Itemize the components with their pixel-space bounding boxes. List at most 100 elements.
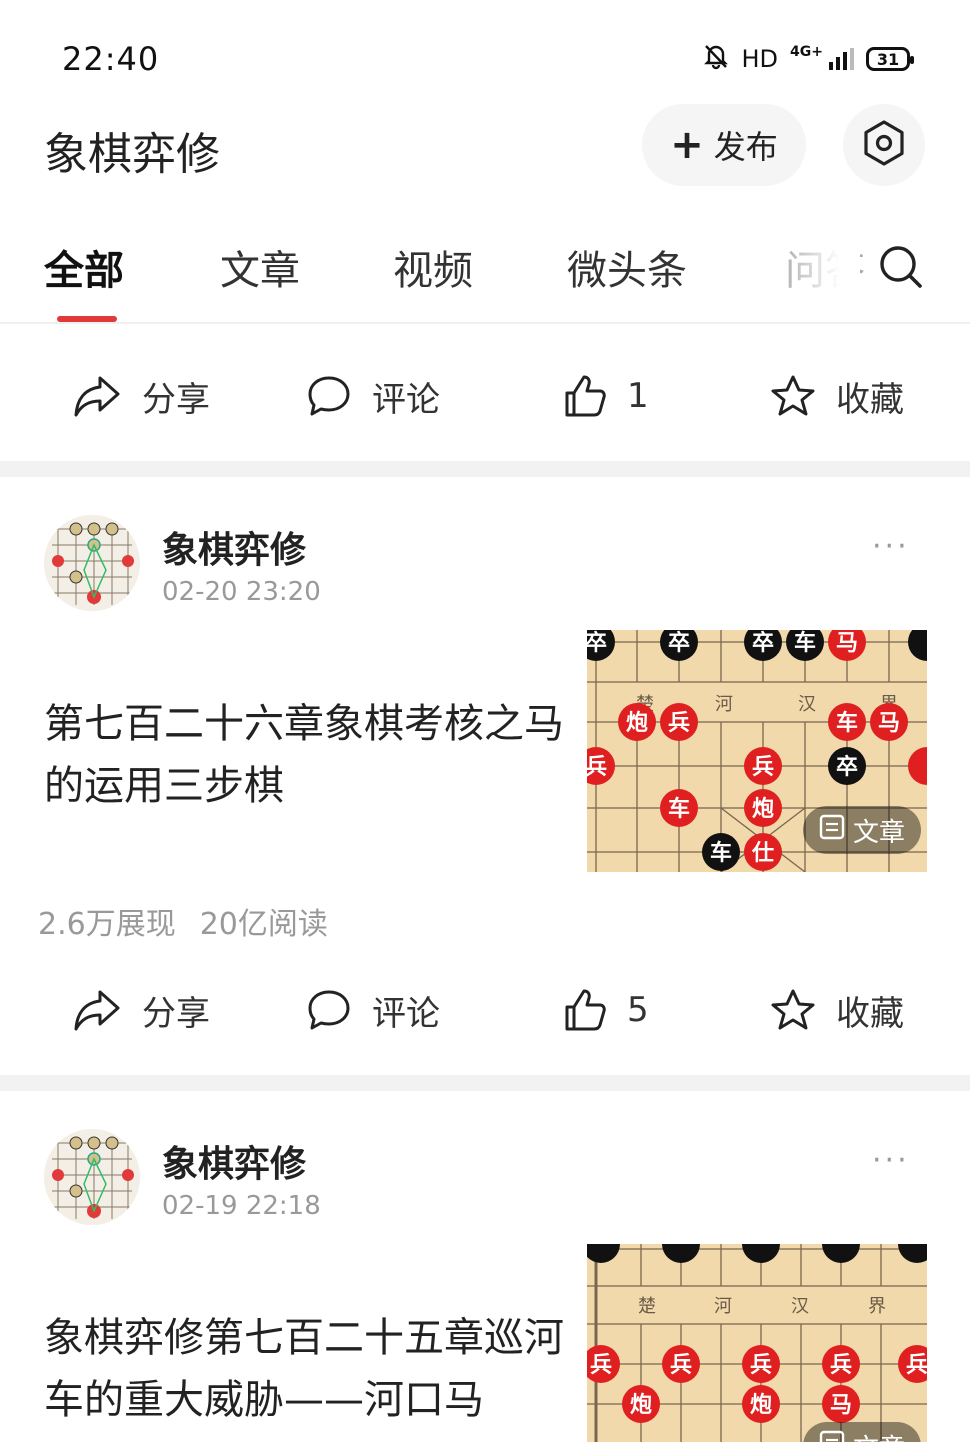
share-label: 分享 xyxy=(142,993,210,1034)
share-label: 分享 xyxy=(142,379,210,420)
article-badge-label: 文章 xyxy=(853,1428,905,1442)
svg-text:炮: 炮 xyxy=(752,796,774,822)
hd-label: HD xyxy=(741,45,779,73)
mute-bell-icon xyxy=(702,42,730,76)
share-button[interactable]: 分享 xyxy=(72,974,210,1046)
star-icon xyxy=(770,374,816,418)
svg-text:兵: 兵 xyxy=(750,1353,772,1378)
svg-text:炮: 炮 xyxy=(630,1392,652,1418)
svg-text:马: 马 xyxy=(836,631,858,656)
svg-text:车: 车 xyxy=(710,840,732,866)
signal-icon xyxy=(829,48,854,70)
article-icon xyxy=(819,814,845,847)
svg-text:卒: 卒 xyxy=(836,754,858,780)
comment-button[interactable]: 评论 xyxy=(306,360,440,432)
svg-text:兵: 兵 xyxy=(906,1353,927,1378)
tab-micro-posts[interactable]: 微头条 xyxy=(567,238,687,296)
action-bar: 分享 评论 5 收藏 xyxy=(0,974,970,1046)
svg-text:车: 车 xyxy=(668,796,690,822)
post-thumbnail[interactable]: 楚 河 汉 界 卒 卒 卒 车 马 炮 兵 车 马 兵 兵 卒 车 xyxy=(587,630,927,872)
article-icon xyxy=(819,1430,845,1442)
impressions: 2.6万展现 xyxy=(38,907,176,942)
gear-icon xyxy=(859,118,909,172)
avatar[interactable] xyxy=(44,1129,140,1225)
tabs-divider xyxy=(0,322,970,324)
like-count: 1 xyxy=(627,376,649,416)
network-label: 4G+ xyxy=(790,44,823,60)
tab-videos[interactable]: 视频 xyxy=(393,238,473,296)
star-icon xyxy=(770,988,816,1032)
svg-text:卒: 卒 xyxy=(752,630,774,656)
share-button[interactable]: 分享 xyxy=(72,360,210,432)
status-bar: 22:40 HD 4G+ 31 xyxy=(0,0,970,110)
svg-text:兵: 兵 xyxy=(587,755,607,780)
post-date: 02-19 22:18 xyxy=(162,1191,321,1221)
board-label: 汉 xyxy=(791,1296,809,1317)
status-icons: HD 4G+ 31 xyxy=(702,42,914,76)
tab-articles[interactable]: 文章 xyxy=(220,238,300,296)
favorite-button[interactable]: 收藏 xyxy=(770,974,904,1046)
status-time: 22:40 xyxy=(62,40,160,78)
like-button[interactable]: 5 xyxy=(563,974,649,1046)
svg-text:卒: 卒 xyxy=(587,630,607,656)
comment-label: 评论 xyxy=(372,379,440,420)
svg-text:马: 马 xyxy=(878,711,900,736)
action-bar: 分享 评论 1 收藏 xyxy=(0,360,970,432)
more-button[interactable]: ··· xyxy=(872,529,910,564)
thumbs-up-icon xyxy=(563,987,607,1033)
board-label: 楚 xyxy=(638,1296,656,1317)
plus-icon: + xyxy=(670,122,704,168)
comment-button[interactable]: 评论 xyxy=(306,974,440,1046)
more-button[interactable]: ··· xyxy=(872,1143,910,1178)
comment-label: 评论 xyxy=(372,993,440,1034)
svg-text:兵: 兵 xyxy=(668,711,690,736)
svg-text:兵: 兵 xyxy=(590,1353,612,1378)
thumbs-up-icon xyxy=(563,373,607,419)
avatar[interactable] xyxy=(44,515,140,611)
post-title[interactable]: 第七百二十六章象棋考核之马的运用三步棋 xyxy=(44,693,564,817)
tab-fade xyxy=(780,222,860,322)
tab-bar: 全部 文章 视频 微头条 问答 xyxy=(0,222,970,322)
board-label: 河 xyxy=(715,694,733,715)
reads: 20亿阅读 xyxy=(199,907,328,942)
svg-text:马: 马 xyxy=(830,1393,852,1418)
svg-text:兵: 兵 xyxy=(830,1353,852,1378)
svg-text:卒: 卒 xyxy=(668,630,690,656)
share-icon xyxy=(72,988,122,1032)
post-stats: 2.6万展现 20亿阅读 xyxy=(38,899,328,943)
post-date: 02-20 23:20 xyxy=(162,577,321,607)
search-icon xyxy=(876,246,926,296)
like-count: 5 xyxy=(627,990,649,1030)
board-label: 界 xyxy=(868,1296,886,1317)
favorite-label: 收藏 xyxy=(836,993,904,1034)
post-thumbnail[interactable]: 楚 河 汉 界 兵 兵 兵 兵 兵 炮 炮 马 xyxy=(587,1244,927,1442)
share-icon xyxy=(72,374,122,418)
favorite-button[interactable]: 收藏 xyxy=(770,360,904,432)
like-button[interactable]: 1 xyxy=(563,360,649,432)
favorite-label: 收藏 xyxy=(836,379,904,420)
comment-icon xyxy=(306,988,352,1032)
publish-button[interactable]: + 发布 xyxy=(642,104,806,186)
svg-text:车: 车 xyxy=(836,710,858,736)
post-title[interactable]: 象棋弈修第七百二十五章巡河车的重大威胁——河口马 xyxy=(44,1307,564,1431)
svg-text:车: 车 xyxy=(794,630,816,656)
svg-text:兵: 兵 xyxy=(752,755,774,780)
author-name[interactable]: 象棋弈修 xyxy=(162,521,306,573)
settings-button[interactable] xyxy=(843,104,925,186)
svg-text:炮: 炮 xyxy=(750,1392,772,1418)
author-name[interactable]: 象棋弈修 xyxy=(162,1135,306,1187)
section-gap xyxy=(0,461,970,477)
svg-text:兵: 兵 xyxy=(670,1353,692,1378)
section-gap xyxy=(0,1075,970,1091)
article-badge: 文章 xyxy=(802,806,921,854)
board-label: 汉 xyxy=(798,694,816,715)
svg-text:仕: 仕 xyxy=(751,841,774,866)
battery-level: 31 xyxy=(876,49,900,69)
page-title: 象棋弈修 xyxy=(44,129,220,180)
article-badge: 文章 xyxy=(802,1422,921,1442)
article-badge-label: 文章 xyxy=(852,817,905,848)
search-button[interactable] xyxy=(876,242,926,292)
publish-label: 发布 xyxy=(713,128,778,166)
board-label: 河 xyxy=(714,1296,732,1317)
tab-all[interactable]: 全部 xyxy=(44,238,124,296)
